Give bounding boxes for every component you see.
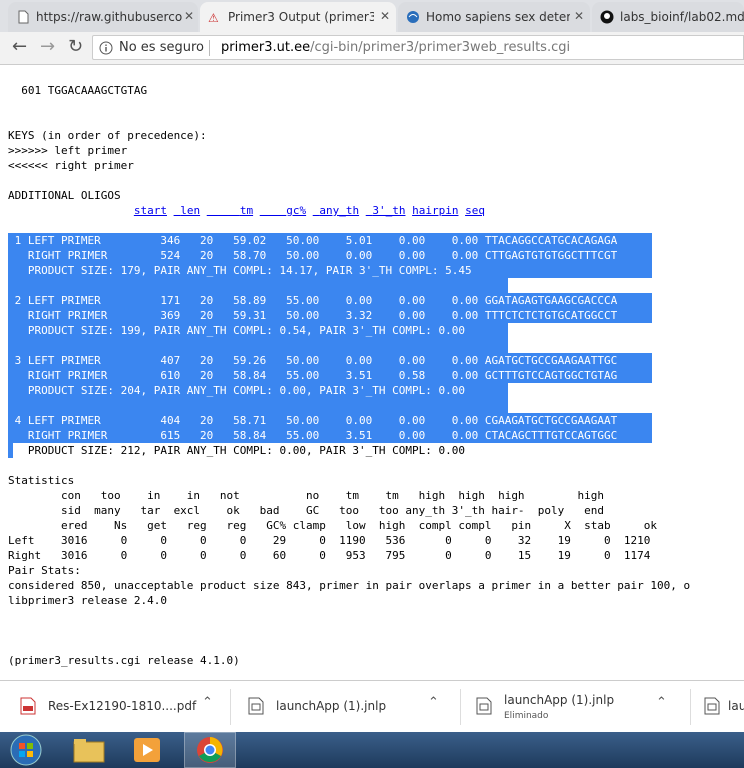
url-text[interactable]: primer3.ut.ee/cgi-bin/primer3/primer3web…	[221, 40, 570, 55]
download-name: lau	[728, 699, 744, 713]
col-tm-link[interactable]: tm	[207, 204, 253, 217]
download-item-partial[interactable]: lau	[692, 681, 744, 733]
tab-primer3-output[interactable]: ⚠ Primer3 Output (primer3_ ✕	[200, 2, 396, 32]
svg-text:⚠: ⚠	[208, 11, 219, 24]
forward-arrow-icon[interactable]: →	[40, 38, 55, 56]
jnlp-file-icon	[704, 697, 720, 715]
chrome-taskbar-button[interactable]	[184, 732, 236, 768]
oligo-row: RIGHT PRIMER 615 20 58.84 55.00 3.51 0.0…	[8, 429, 618, 442]
tab-title: Primer3 Output (primer3_	[228, 10, 374, 24]
tab-homo-sapiens[interactable]: Homo sapiens sex detern ✕	[398, 2, 590, 32]
chevron-up-icon[interactable]: ⌃	[428, 695, 439, 710]
col-gc-link[interactable]: gc%	[260, 204, 306, 217]
downloads-bar: Res-Ex12190-1810....pdf ⌃ launchApp (1).…	[0, 680, 744, 732]
security-label: No es seguro	[119, 40, 204, 55]
download-item-jnlp[interactable]: launchApp (1).jnlp ⌃	[232, 681, 458, 733]
oligo-row: RIGHT PRIMER 524 20 58.70 50.00 0.00 0.0…	[8, 249, 618, 262]
col-len-link[interactable]: len	[174, 204, 201, 217]
col-seq-link[interactable]: seq	[465, 204, 485, 217]
col-len-text: len	[180, 204, 201, 217]
download-name: Res-Ex12190-1810....pdf	[48, 699, 197, 713]
close-icon[interactable]: ✕	[380, 9, 390, 23]
download-status: Eliminado	[504, 711, 549, 721]
additional-oligos-title: ADDITIONAL OLIGOS	[8, 189, 121, 202]
download-item-pdf[interactable]: Res-Ex12190-1810....pdf ⌃	[0, 681, 228, 733]
pair-stats-label: Pair Stats:	[8, 564, 81, 577]
chrome-icon	[197, 737, 223, 763]
close-icon[interactable]: ✕	[574, 9, 584, 23]
col-gc-text: gc%	[286, 204, 307, 217]
sequence-line: 601 TGGACAAAGCTGTAG	[8, 84, 148, 97]
pdf-file-icon	[20, 697, 36, 715]
col-anyth-text: any_th	[319, 204, 360, 217]
download-divider	[460, 689, 461, 725]
key-left: >>>>>> left primer	[8, 144, 128, 157]
considered-line: considered 850, unacceptable product siz…	[8, 579, 691, 592]
oligo-row: 4 LEFT PRIMER 404 20 58.71 50.00 0.00 0.…	[8, 414, 618, 427]
browser-toolbar: ← → ↻ No es seguro primer3.ut.ee/cgi-bin…	[0, 32, 744, 65]
document-icon	[18, 10, 29, 24]
statistics-title: Statistics	[8, 474, 75, 487]
keys-title: KEYS (in order of precedence):	[8, 129, 207, 142]
page-content: 601 TGGACAAAGCTGTAG KEYS (in order of pr…	[0, 65, 744, 680]
stats-header-row: sid many tar excl ok bad GC too too any_…	[8, 504, 605, 517]
github-icon	[600, 10, 614, 24]
url-host: primer3.ut.ee	[221, 40, 311, 55]
close-icon[interactable]: ✕	[184, 9, 194, 23]
primer3-icon: ⚠	[208, 11, 219, 24]
stats-header-row: ered Ns get reg reg GC% clamp low high c…	[8, 519, 658, 532]
col-hairpin-link[interactable]: hairpin	[412, 204, 458, 217]
windows-taskbar	[0, 732, 744, 768]
windows-start-icon[interactable]	[8, 734, 44, 766]
download-item-jnlp-removed[interactable]: launchApp (1).jnlp Eliminado ⌃	[462, 681, 688, 733]
jnlp-file-icon	[248, 697, 264, 715]
tab-strip: https://raw.githubuserco ✕ ⚠ Primer3 Out…	[0, 0, 744, 32]
oligo-row: PRODUCT SIZE: 179, PAIR ANY_TH COMPL: 14…	[8, 264, 472, 277]
header-pad	[8, 204, 134, 217]
file-explorer-icon[interactable]	[72, 736, 106, 764]
tab-title: https://raw.githubuserco	[36, 10, 182, 24]
media-player-icon[interactable]	[130, 736, 164, 764]
stats-header-row: con too in in not no tm tm high high hig…	[8, 489, 605, 502]
oligo-row: PRODUCT SIZE: 199, PAIR ANY_TH COMPL: 0.…	[8, 324, 465, 337]
stats-data-row: Left 3016 0 0 0 0 29 0 1190 536 0 0 32 1…	[8, 534, 651, 547]
oligo-row: 1 LEFT PRIMER 346 20 59.02 50.00 5.01 0.…	[8, 234, 618, 247]
chevron-up-icon[interactable]: ⌃	[656, 695, 667, 710]
col-start-link[interactable]: start	[134, 204, 167, 217]
tab-github-lab[interactable]: labs_bioinf/lab02.md at	[592, 2, 744, 32]
download-divider	[690, 689, 691, 725]
oligo-row: PRODUCT SIZE: 204, PAIR ANY_TH COMPL: 0.…	[8, 384, 465, 397]
ncbi-icon	[407, 11, 419, 23]
stats-data-row: Right 3016 0 0 0 0 60 0 953 795 0 0 15 1…	[8, 549, 651, 562]
oligo-row: RIGHT PRIMER 610 20 58.84 55.00 3.51 0.5…	[8, 369, 618, 382]
selection-block-1b	[8, 278, 508, 293]
col-3th-text: 3'_th	[372, 204, 406, 217]
tab-title: Homo sapiens sex detern	[426, 10, 570, 24]
info-icon[interactable]	[99, 41, 113, 55]
address-divider	[209, 40, 210, 56]
key-right: <<<<<< right primer	[8, 159, 134, 172]
oligo-row: 3 LEFT PRIMER 407 20 59.26 50.00 0.00 0.…	[8, 354, 618, 367]
cgi-release: (primer3_results.cgi release 4.1.0)	[8, 654, 240, 667]
download-name: launchApp (1).jnlp	[276, 699, 387, 713]
address-bar[interactable]: No es seguro primer3.ut.ee/cgi-bin/prime…	[92, 35, 744, 60]
url-path: /cgi-bin/primer3/primer3web_results.cgi	[310, 40, 571, 55]
column-header-row: start len tm gc% any_th 3'_th hairpin se…	[8, 203, 485, 218]
download-divider	[230, 689, 231, 725]
col-anyth-link[interactable]: any_th	[313, 204, 359, 217]
oligo-row: RIGHT PRIMER 369 20 59.31 50.00 3.32 0.0…	[8, 309, 618, 322]
back-arrow-icon[interactable]: ←	[12, 38, 27, 56]
col-3th-link[interactable]: 3'_th	[366, 204, 406, 217]
tab-raw-github[interactable]: https://raw.githubuserco ✕	[8, 2, 198, 32]
col-tm-text: tm	[239, 204, 254, 217]
libprimer3-release: libprimer3 release 2.4.0	[8, 594, 167, 607]
oligo-row: PRODUCT SIZE: 212, PAIR ANY_TH COMPL: 0.…	[8, 444, 465, 457]
tab-title: labs_bioinf/lab02.md at	[620, 10, 744, 24]
chevron-up-icon[interactable]: ⌃	[202, 695, 213, 710]
download-name: launchApp (1).jnlp	[504, 693, 615, 707]
oligo-row: 2 LEFT PRIMER 171 20 58.89 55.00 0.00 0.…	[8, 294, 618, 307]
jnlp-file-icon	[476, 697, 492, 715]
reload-icon[interactable]: ↻	[68, 38, 83, 56]
